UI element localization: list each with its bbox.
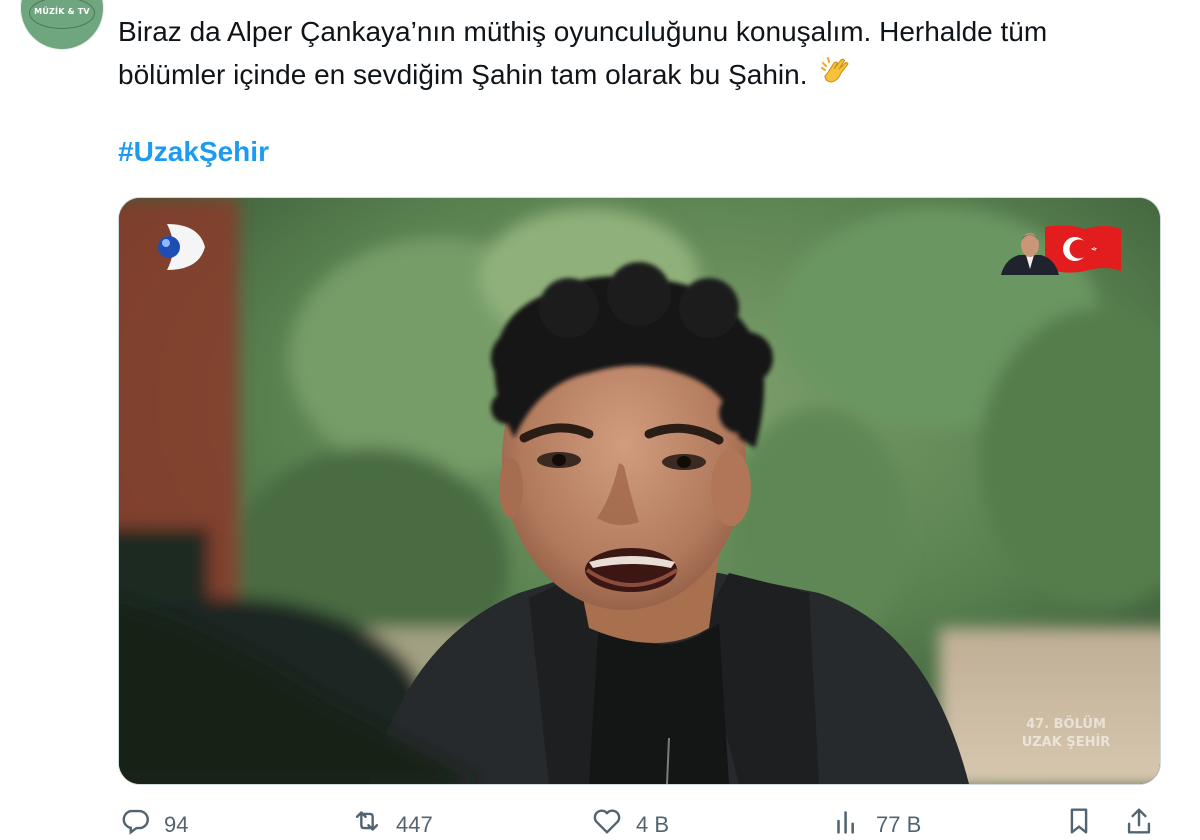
reply-count: 94 [164, 812, 189, 837]
kanal-d-logo-icon [158, 224, 205, 270]
tweet-text-line-1: Biraz da Alper Çankaya’nın müthiş oyuncu… [118, 16, 1048, 47]
watermark-episode: 47. BÖLÜM [1026, 717, 1106, 732]
like-count: 4 B [636, 812, 670, 837]
share-button[interactable] [1122, 804, 1156, 834]
turkish-flag-badge-icon [1001, 225, 1121, 275]
bookmark-button[interactable] [1062, 804, 1096, 834]
reply-icon [122, 809, 149, 835]
like-button[interactable]: 4 B [590, 804, 669, 837]
views-count: 77 B [876, 812, 922, 837]
retweet-button[interactable]: 447 [350, 804, 433, 837]
hashtag-link[interactable]: #UzakŞehir [118, 130, 269, 173]
views-button[interactable]: 77 B [830, 804, 921, 837]
share-icon [1127, 808, 1151, 834]
watermark-series: UZAK ŞEHİR [1021, 735, 1111, 750]
tweet-text-line-2: bölümler içinde en sevdiğim Şahin tam ol… [118, 59, 808, 90]
video-frame [119, 198, 1160, 784]
retweet-count: 447 [396, 812, 433, 837]
views-icon [837, 811, 854, 834]
avatar[interactable]: MÜZİK & TV [20, 0, 104, 50]
video-media[interactable]: 47. BÖLÜM UZAK ŞEHİR [118, 197, 1161, 785]
tweet-text: Biraz da Alper Çankaya’nın müthiş oyuncu… [118, 10, 1178, 100]
video-watermark: 47. BÖLÜM UZAK ŞEHİR [1011, 716, 1121, 752]
reply-button[interactable]: 94 [118, 804, 188, 837]
clapping-hands-icon [819, 54, 853, 100]
heart-icon [593, 809, 621, 834]
retweet-icon [355, 811, 379, 831]
tweet-action-bar: 94 447 4 B 77 B [118, 804, 1188, 837]
avatar-label: MÜZİK & TV [34, 7, 90, 16]
bookmark-icon [1070, 808, 1088, 834]
